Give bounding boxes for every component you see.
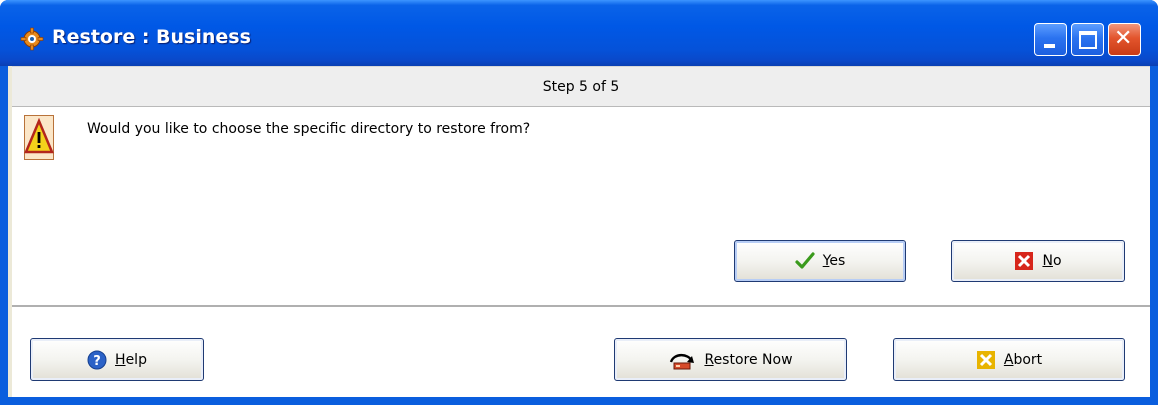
svg-text:?: ? xyxy=(93,354,101,369)
close-button[interactable]: ✕ xyxy=(1108,23,1141,56)
abort-icon xyxy=(976,350,995,369)
yes-label: Yes xyxy=(822,253,846,269)
abort-label: Abort xyxy=(1003,351,1043,368)
help-label: Help xyxy=(115,351,147,368)
help-button[interactable]: ? Help xyxy=(30,338,204,381)
minimize-icon xyxy=(1044,44,1055,48)
title-bar[interactable]: Restore : Business ✕ xyxy=(0,0,1158,66)
app-gear-icon xyxy=(20,27,44,51)
close-icon: ✕ xyxy=(1114,26,1133,51)
restore-now-button[interactable]: Restore Now xyxy=(614,338,847,381)
x-icon xyxy=(1015,252,1034,270)
maximize-icon xyxy=(1079,31,1097,49)
window-title: Restore : Business xyxy=(52,26,251,48)
help-icon: ? xyxy=(87,350,107,369)
no-label: No xyxy=(1042,253,1062,269)
step-label: Step 5 of 5 xyxy=(542,79,620,95)
step-header: Step 5 of 5 xyxy=(12,66,1150,107)
restore-icon xyxy=(670,353,695,369)
no-button[interactable]: No xyxy=(951,240,1125,282)
warning-icon xyxy=(24,115,54,160)
restore-now-label: Restore Now xyxy=(704,351,793,368)
checkmark-icon xyxy=(795,252,815,269)
maximize-button[interactable] xyxy=(1071,23,1104,56)
abort-button[interactable]: Abort xyxy=(893,338,1125,381)
yes-button[interactable]: Yes xyxy=(734,240,906,282)
question-text: Would you like to choose the specific di… xyxy=(87,121,531,137)
minimize-button[interactable] xyxy=(1034,23,1067,56)
